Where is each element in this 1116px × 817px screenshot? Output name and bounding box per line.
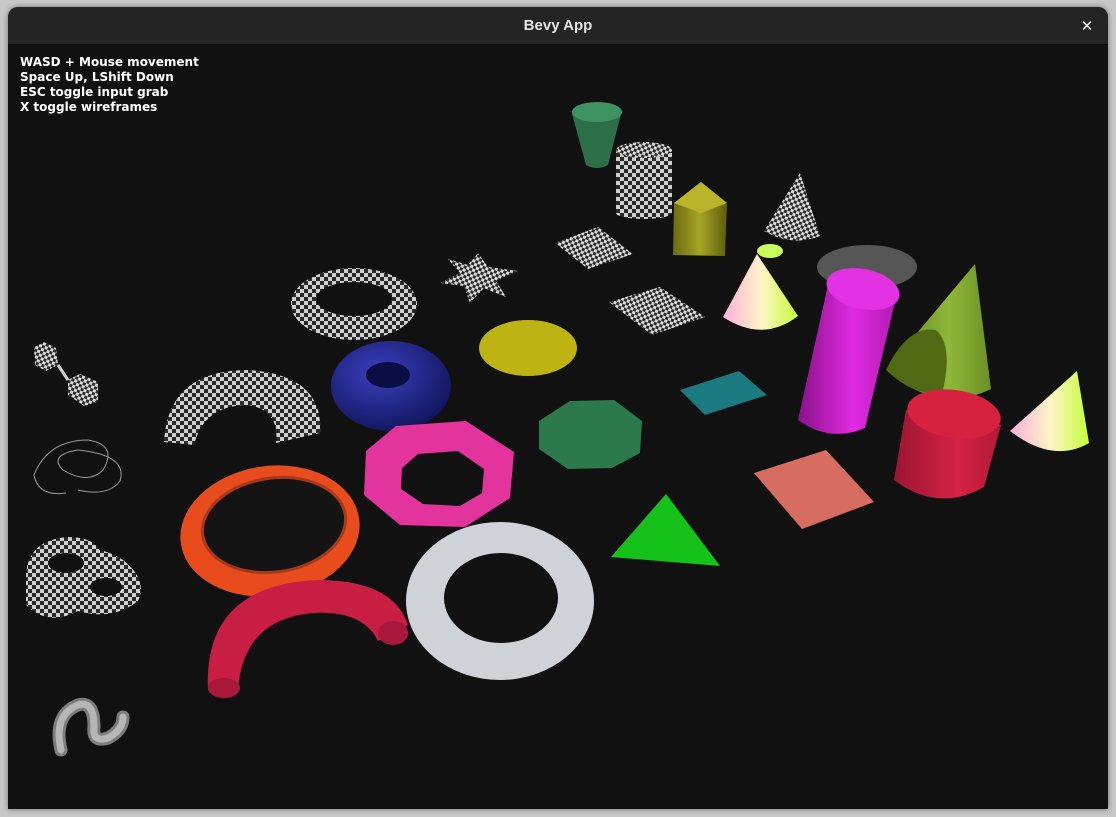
star-checker [440,253,518,303]
scene-canvas[interactable] [8,45,1108,809]
plane-checker [555,227,633,269]
octagon-green [539,400,642,469]
cone-checker [764,173,820,241]
cylinder-magenta [798,267,900,434]
controls-help: WASD + Mouse movement Space Up, LShift D… [20,55,199,115]
s-curve-gray [52,697,130,757]
half-torus-checker [164,370,321,445]
cone-gradient-2 [1010,371,1089,452]
cone-olive [886,264,991,399]
knot-checker [26,537,141,618]
cylinder-checker [616,142,672,219]
help-line-movement: WASD + Mouse movement [20,55,199,69]
half-torus-red [207,580,408,698]
triangle-green [611,494,720,566]
rhombus-teal [680,371,767,415]
cylinder-red [894,389,1001,499]
help-line-grab: ESC toggle input grab [20,85,169,99]
close-icon[interactable]: ✕ [1076,15,1098,37]
knot-wireframe [33,439,122,495]
torus-white [406,522,594,680]
cylinder-green [572,102,622,168]
app-window: Bevy App ✕ WASD + Mouse movement Space U… [8,7,1108,809]
prism-olive [673,182,727,256]
rhombus-salmon [754,450,874,529]
help-line-wireframes: X toggle wireframes [20,100,158,114]
torus-blue [331,341,451,431]
cone-gradient [723,244,798,330]
help-line-vertical: Space Up, LShift Down [20,70,174,84]
window-title: Bevy App [523,17,593,34]
scene-viewport[interactable]: WASD + Mouse movement Space Up, LShift D… [8,45,1108,809]
octagon-torus-pink [364,421,514,527]
plane-checker-2 [609,287,705,335]
circle-yellow [479,320,577,376]
title-bar[interactable]: Bevy App ✕ [8,7,1108,45]
cube-pair-checker [34,342,98,406]
torus-checker [291,268,417,340]
